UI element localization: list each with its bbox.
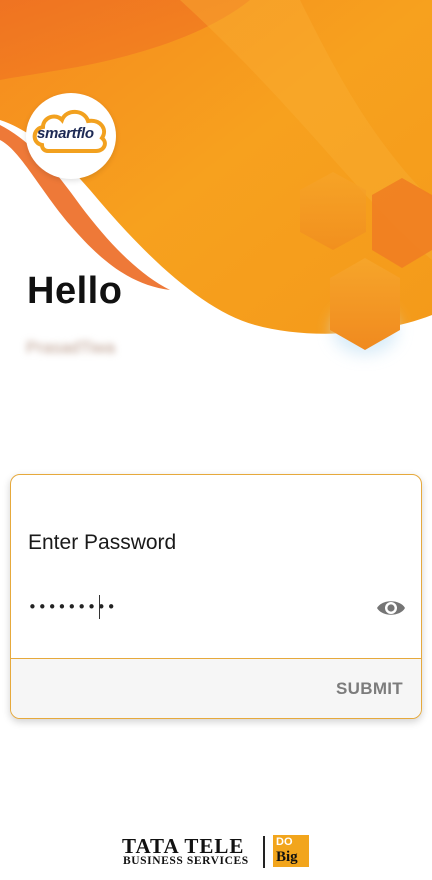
greeting-title: Hello	[27, 270, 123, 312]
logo-text: smartflo	[37, 125, 94, 142]
password-field[interactable]	[25, 593, 358, 621]
submit-button[interactable]: SUBMIT	[336, 679, 403, 699]
username-label: PrasadTiwa	[26, 338, 116, 357]
badge-bottom-text: Big	[276, 849, 298, 865]
brand-subtitle: BUSINESS SERVICES	[123, 855, 249, 867]
app-logo: smartflo	[26, 93, 116, 179]
password-label: Enter Password	[28, 531, 177, 554]
badge-top-text: DO	[276, 836, 293, 848]
password-card: Enter Password SUBMIT	[10, 474, 422, 719]
eye-icon[interactable]	[375, 595, 407, 621]
hero-background	[0, 0, 432, 354]
card-footer: SUBMIT	[11, 658, 421, 718]
text-caret	[99, 595, 100, 619]
brand-divider	[263, 836, 265, 868]
do-big-badge: DO Big	[273, 835, 309, 867]
